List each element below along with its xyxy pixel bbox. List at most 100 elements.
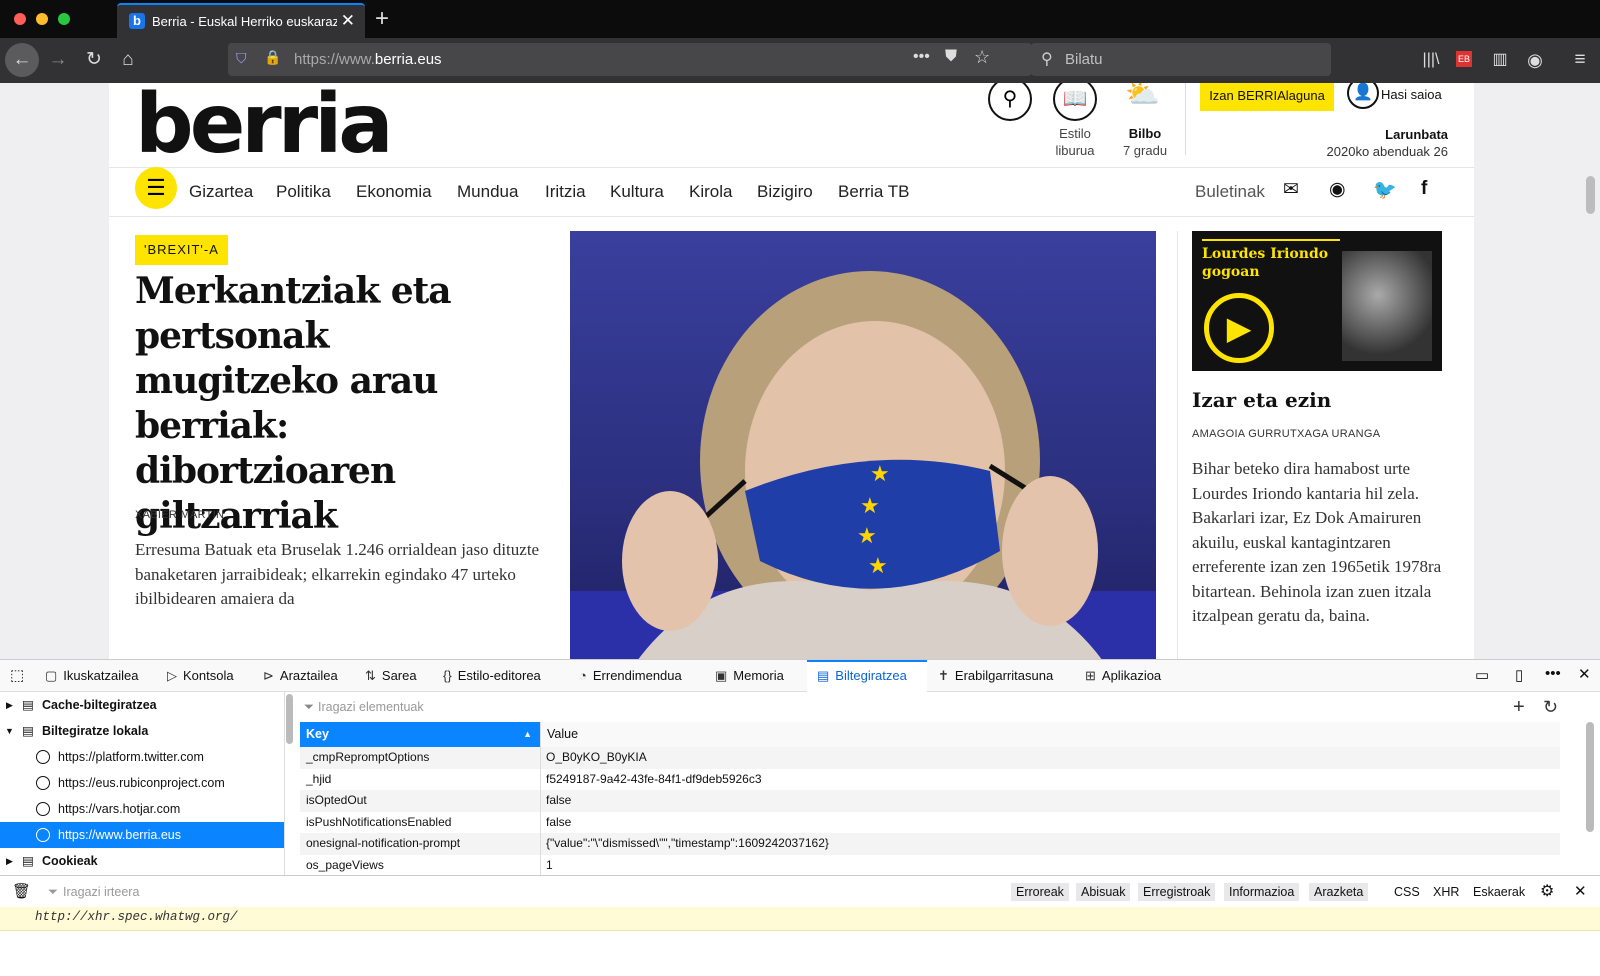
warning-link[interactable]: http://xhr.spec.whatwg.org/ — [35, 910, 238, 924]
trash-icon[interactable]: 🗑 — [12, 883, 31, 901]
tree-local-storage[interactable]: ▼ ▤ Biltegiratze lokala — [0, 718, 284, 744]
filter-debug-button[interactable]: Arazketa — [1309, 883, 1369, 901]
filter-logs-button[interactable]: Erregistroak — [1138, 883, 1216, 901]
forward-button[interactable]: → — [43, 46, 73, 74]
berria-logo[interactable]: berria — [135, 83, 394, 172]
tab-araztailea[interactable]: ⊳ Araztailea — [263, 668, 338, 684]
xhr-toggle[interactable]: XHR — [1433, 883, 1459, 901]
nav-kultura[interactable]: Kultura — [610, 182, 664, 202]
back-button[interactable]: ← — [5, 43, 39, 77]
side-article-title[interactable]: Izar eta ezin — [1192, 388, 1331, 412]
nav-kirola[interactable]: Kirola — [689, 182, 732, 202]
side-video-thumbnail[interactable]: Lourdes Iriondo gogoan ▶ — [1192, 231, 1442, 371]
style-book-button[interactable]: 📖 — [1053, 83, 1097, 121]
filter-warnings-button[interactable]: Abisuak — [1076, 883, 1131, 901]
tab-estilo-editorea[interactable]: {} Estilo-editorea — [443, 668, 541, 683]
element-picker-icon[interactable]: ⬚ — [10, 666, 24, 684]
login-link[interactable]: Hasi saioa — [1381, 87, 1442, 102]
table-row[interactable]: isOptedOut false — [300, 790, 1560, 812]
rss-icon[interactable]: ◉ — [1329, 178, 1346, 201]
account-icon[interactable]: ◉ — [1520, 46, 1550, 74]
table-row[interactable]: os_pageViews 1 — [300, 855, 1560, 876]
maximize-window-button[interactable] — [58, 13, 70, 25]
tab-errendimendua[interactable]: ◔ Errendimendua — [579, 668, 682, 683]
tab-aplikazioa[interactable]: ⊞ Aplikazioa — [1085, 668, 1161, 684]
requests-toggle[interactable]: Eskaerak — [1473, 883, 1525, 901]
nav-mundua[interactable]: Mundua — [457, 182, 518, 202]
tree-cache-storage[interactable]: ▶ ▤ Cache-biltegiratzea — [0, 692, 284, 718]
tab-sarea[interactable]: ⇅ Sarea — [365, 668, 417, 684]
tab-ikuskatzailea[interactable]: ▢ Ikuskatzailea — [45, 668, 138, 684]
hamburger-menu-button[interactable]: ☰ — [135, 167, 177, 209]
add-item-icon[interactable]: + — [1513, 692, 1525, 722]
table-row[interactable]: isPushNotificationsEnabled false — [300, 812, 1560, 834]
tab-kontsola[interactable]: ▷ Kontsola — [167, 668, 234, 684]
envelope-icon[interactable]: ✉ — [1283, 178, 1299, 201]
refresh-icon[interactable]: ↻ — [1543, 692, 1558, 722]
search-button[interactable]: ⚲ — [988, 83, 1032, 121]
close-tab-icon[interactable]: ✕ — [341, 11, 355, 31]
tree-scrollbar[interactable] — [286, 694, 293, 744]
settings-gear-icon[interactable]: ⚙ — [1540, 883, 1554, 901]
tree-host[interactable]: https://platform.twitter.com — [0, 744, 284, 770]
nav-iritzia[interactable]: Iritzia — [545, 182, 586, 202]
newsletters-link[interactable]: Buletinak — [1195, 182, 1265, 202]
tab-biltegiratzea[interactable]: ▤ Biltegiratzea — [817, 668, 907, 684]
lock-icon[interactable]: 🔒 — [264, 49, 281, 66]
more-options-icon[interactable]: ••• — [1545, 665, 1561, 682]
css-toggle[interactable]: CSS — [1394, 883, 1420, 901]
tree-host[interactable]: https://eus.rubiconproject.com — [0, 770, 284, 796]
filter-errors-button[interactable]: Erroreak — [1011, 883, 1069, 901]
table-scrollbar[interactable] — [1586, 722, 1594, 832]
nav-bizigiro[interactable]: Bizigiro — [757, 182, 813, 202]
become-friend-button[interactable]: Izan BERRIAlaguna — [1200, 83, 1334, 111]
responsive-icon[interactable]: ▯ — [1515, 666, 1523, 684]
bookmark-star-icon[interactable]: ☆ — [974, 47, 990, 68]
url-bar[interactable]: ⛉ 🔒 https://www.berria.eus ••• ⛊ ☆ — [228, 43, 1032, 76]
table-row[interactable]: onesignal-notification-prompt {"value":"\… — [300, 833, 1560, 855]
close-window-button[interactable] — [14, 13, 26, 25]
filter-output-input[interactable]: Iragazi irteera — [63, 883, 139, 901]
side-article-author[interactable]: AMAGOIA GURRUTXAGA URANGA — [1192, 428, 1380, 440]
facebook-icon[interactable]: f — [1421, 178, 1427, 200]
filter-items-input[interactable]: ⏷ Iragazi elementuak + ↻ — [298, 692, 1588, 722]
sidebar-icon[interactable]: ▥ — [1485, 46, 1515, 74]
article-photo[interactable]: ★ ★ ★ ★ — [570, 231, 1156, 671]
new-tab-button[interactable]: + — [375, 5, 389, 33]
section-tag[interactable]: 'BREXIT'-A — [135, 235, 228, 265]
nav-politika[interactable]: Politika — [276, 182, 331, 202]
menu-icon[interactable]: ≡ — [1565, 46, 1595, 74]
twitter-icon[interactable]: 🐦 — [1373, 178, 1397, 202]
tree-host-selected[interactable]: https://www.berria.eus — [0, 822, 284, 848]
table-row[interactable]: _cmpRepromptOptions O_B0yKO_B0yKIA — [300, 747, 1560, 769]
home-button[interactable]: ⌂ — [113, 46, 143, 74]
table-row[interactable]: _hjid f5249187-9a42-43fe-84f1-df9deb5926c… — [300, 769, 1560, 791]
dock-icon[interactable]: ▭ — [1475, 666, 1489, 684]
nav-ekonomia[interactable]: Ekonomia — [356, 182, 432, 202]
tree-cookies[interactable]: ▶ ▤ Cookieak — [0, 848, 284, 874]
extension-icon[interactable]: EB — [1456, 51, 1472, 67]
page-actions-icon[interactable]: ••• — [913, 48, 930, 66]
user-icon[interactable]: 👤 — [1347, 83, 1379, 109]
nav-gizartea[interactable]: Gizartea — [189, 182, 253, 202]
browser-tab[interactable]: b Berria - Euskal Herriko euskaraz ✕ — [117, 3, 365, 38]
library-icon[interactable]: |||\ — [1416, 46, 1446, 74]
minimize-window-button[interactable] — [36, 13, 48, 25]
close-console-icon[interactable]: ✕ — [1574, 883, 1587, 901]
column-value-header[interactable]: Value — [540, 722, 1560, 747]
page-scrollbar[interactable] — [1586, 176, 1595, 214]
tracking-shield-icon[interactable]: ⛉ — [236, 50, 247, 67]
tab-erabilgarritasuna[interactable]: ✝ Erabilgarritasuna — [938, 668, 1053, 684]
url-text[interactable]: https://www.berria.eus — [294, 51, 442, 68]
close-devtools-icon[interactable]: ✕ — [1578, 665, 1591, 683]
tab-memoria[interactable]: ▣ Memoria — [715, 668, 784, 684]
column-key-header[interactable]: Key ▲ — [300, 722, 540, 747]
nav-berria-tb[interactable]: Berria TB — [838, 182, 910, 202]
article-author[interactable]: XABIER MARTIN — [135, 509, 224, 521]
search-box[interactable]: ⚲ Bilatu — [1031, 43, 1331, 76]
tree-host[interactable]: https://vars.hotjar.com — [0, 796, 284, 822]
reload-button[interactable]: ↻ — [79, 46, 109, 74]
article-headline[interactable]: Merkantziak eta pertsonak mugitzeko arau… — [135, 269, 525, 539]
filter-info-button[interactable]: Informazioa — [1224, 883, 1300, 901]
style-book-label[interactable]: Estilo liburua — [1045, 125, 1105, 159]
